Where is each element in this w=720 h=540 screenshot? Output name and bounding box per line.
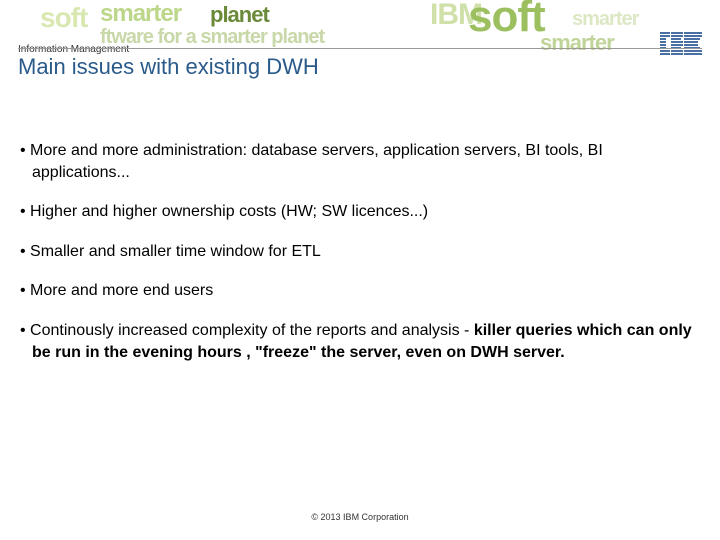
slide-title: Main issues with existing DWH	[18, 54, 702, 80]
bullet-text: More and more end users	[30, 282, 213, 299]
bullet-item: Continously increased complexity of the …	[18, 320, 696, 363]
ibm-logo-icon	[660, 32, 702, 55]
bullet-item: More and more administration: database s…	[18, 140, 696, 183]
header: Information Management	[18, 32, 702, 55]
bullet-item: More and more end users	[18, 280, 696, 302]
slide: softsmarterplanetIBMsoftsmarterftware fo…	[0, 0, 720, 540]
bullet-text: Continously increased complexity of the …	[30, 322, 474, 339]
bullet-item: Higher and higher ownership costs (HW; S…	[18, 201, 696, 223]
bullet-text: Smaller and smaller time window for ETL	[30, 243, 321, 260]
footer-copyright: © 2013 IBM Corporation	[0, 512, 720, 522]
header-divider	[18, 48, 702, 49]
bullet-item: Smaller and smaller time window for ETL	[18, 241, 696, 263]
bullet-text: Higher and higher ownership costs (HW; S…	[30, 203, 428, 220]
content-area: More and more administration: database s…	[18, 140, 696, 381]
bullet-text: More and more administration: database s…	[30, 142, 603, 181]
